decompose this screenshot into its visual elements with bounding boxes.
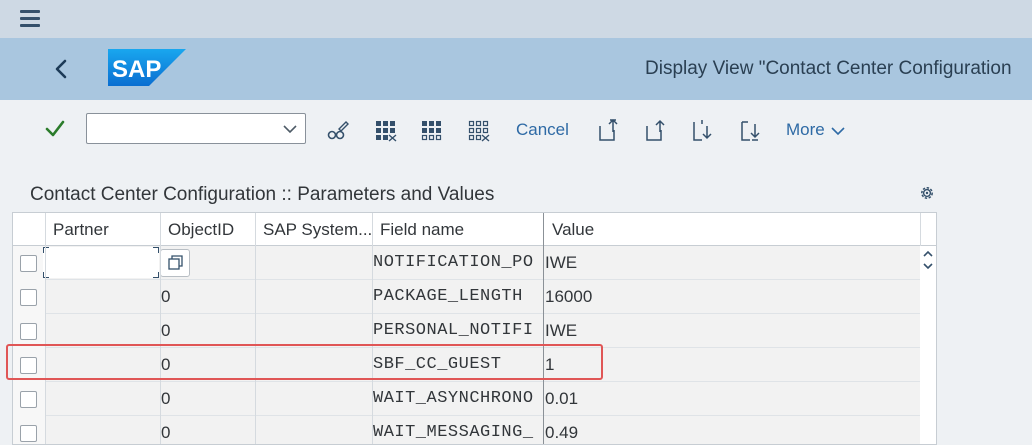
table-header: Partner ObjectID SAP System... Field nam… [13,213,936,246]
cell-object-id [161,246,254,280]
cell-partner [47,247,147,281]
cell-value: 1 [545,355,555,374]
row-selector[interactable] [13,382,45,416]
row-selector[interactable] [13,348,45,382]
row-checkbox[interactable] [20,357,37,374]
back-arrow-icon[interactable] [50,56,74,82]
cell-value: IWE [545,253,578,272]
cell-sap-system [263,314,371,348]
cell-object-id: 0 [161,287,171,306]
cell-value: 16000 [545,287,593,306]
cell-sap-system [263,280,371,314]
title-bar: SAP Display View "Contact Center Configu… [0,38,1032,100]
chevron-down-icon [831,126,846,135]
column-divider [45,213,46,444]
page-title: Display View "Contact Center Configurati… [645,58,1012,79]
cancel-button[interactable]: Cancel [516,120,569,140]
cell-field-name: WAIT_ASYNCHRONO [373,389,534,408]
cell-value: 0.01 [545,389,579,408]
table-row[interactable]: 0 PACKAGE_LENGTH 16000 [13,280,920,314]
checkmark-icon[interactable] [44,118,66,140]
cell-partner [53,416,158,444]
cell-sap-system [263,348,371,382]
select-block-icon[interactable] [420,118,444,142]
chevron-down-icon[interactable] [283,123,297,135]
toolbar: Cancel More [0,100,1032,162]
column-divider [543,213,544,444]
cell-object-id: 0 [161,355,171,374]
table-row[interactable]: 0 PERSONAL_NOTIFI IWE [13,314,920,348]
row-checkbox[interactable] [20,391,37,408]
column-divider [372,213,373,444]
menu-icon[interactable] [20,10,40,28]
column-divider [255,213,256,444]
first-page-icon[interactable] [596,118,620,142]
row-selector[interactable] [13,246,45,280]
cell-field-name: NOTIFICATION_PO [373,253,534,272]
table-row[interactable]: 0 SBF_CC_GUEST 1 [13,348,920,382]
more-label: More [786,120,825,139]
cell-object-id: 0 [161,423,171,442]
command-field[interactable] [86,113,306,144]
scroll-down-icon[interactable] [922,260,934,272]
scroll-up-icon[interactable] [922,248,934,260]
more-button[interactable]: More [786,120,846,140]
cell-partner [53,382,158,416]
next-page-icon[interactable] [690,118,714,142]
parameters-table: Partner ObjectID SAP System... Field nam… [12,212,937,445]
select-all-icon[interactable] [374,118,398,142]
cell-value: 0.49 [545,423,579,442]
table-row[interactable]: 0 WAIT_MESSAGING_ 0.49 [13,416,920,444]
table-row[interactable]: NOTIFICATION_PO IWE [13,246,920,280]
column-header-sap-system[interactable]: SAP System... [255,213,372,246]
column-header-objectid[interactable]: ObjectID [160,213,255,246]
cell-field-name: WAIT_MESSAGING_ [373,423,534,442]
column-header-field-name[interactable]: Field name [372,213,544,246]
column-header-partner[interactable]: Partner [45,213,160,246]
table-title: Contact Center Configuration :: Paramete… [30,184,495,205]
previous-page-icon[interactable] [643,118,667,142]
row-checkbox[interactable] [20,289,37,306]
cell-field-name: PERSONAL_NOTIFI [373,321,534,340]
menu-bar [0,0,1032,38]
cell-sap-system [263,416,371,444]
display-change-icon[interactable] [326,118,350,142]
row-selector[interactable] [13,416,45,444]
cell-object-id: 0 [161,389,171,408]
row-selector[interactable] [13,280,45,314]
cell-partner [53,280,158,314]
gear-icon[interactable] [918,184,936,202]
cell-sap-system [263,382,371,416]
cell-partner [53,314,158,348]
cell-field-name: SBF_CC_GUEST [373,355,502,374]
cell-field-name: PACKAGE_LENGTH [373,287,523,306]
vertical-scrollbar[interactable] [920,246,936,444]
cell-sap-system [263,246,371,280]
column-divider [160,213,161,444]
last-page-icon[interactable] [738,118,762,142]
row-selector[interactable] [13,314,45,348]
table-row[interactable]: 0 WAIT_ASYNCHRONO 0.01 [13,382,920,416]
cell-partner [53,348,158,382]
row-checkbox[interactable] [20,255,37,272]
column-header-value[interactable]: Value [544,213,920,246]
deselect-all-icon[interactable] [467,118,491,142]
row-checkbox[interactable] [20,425,37,442]
svg-text:SAP: SAP [112,56,161,83]
row-checkbox[interactable] [20,323,37,340]
partner-input[interactable] [43,247,159,278]
sap-logo: SAP [108,49,186,86]
cell-value: IWE [545,321,578,340]
cell-object-id: 0 [161,321,171,340]
